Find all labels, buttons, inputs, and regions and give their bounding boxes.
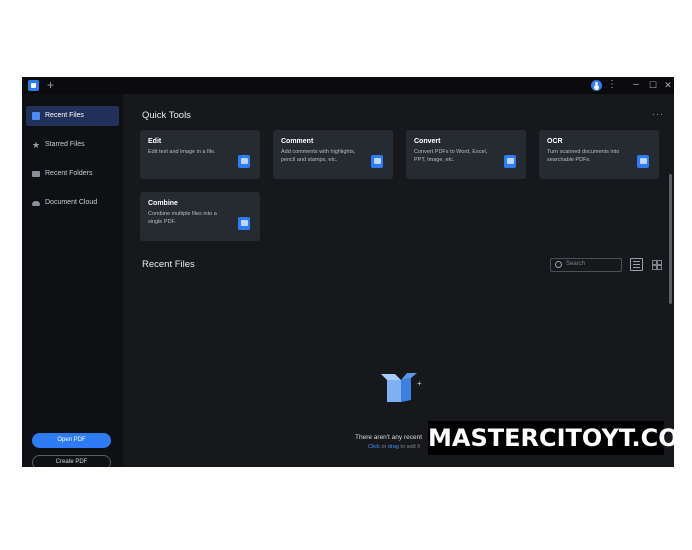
kebab-menu-icon[interactable]: ⋮ <box>606 78 618 92</box>
new-tab-button[interactable]: + <box>47 78 54 92</box>
empty-state-hint: Click or drag to add fi <box>368 444 420 450</box>
create-pdf-button[interactable]: Create PDF <box>32 455 111 467</box>
drag-link[interactable]: drag <box>388 444 399 450</box>
ocr-icon <box>637 155 649 168</box>
search-input[interactable]: Search <box>550 258 622 272</box>
maximize-icon[interactable]: ☐ <box>647 78 659 92</box>
sidebar-item-label: Document Cloud <box>45 199 98 206</box>
tool-card-title: Convert <box>414 138 441 145</box>
document-icon <box>32 112 40 120</box>
sidebar-item-recent-folders[interactable]: Recent Folders <box>26 164 119 184</box>
sidebar-item-starred-files[interactable]: ★ Starred Files <box>26 135 119 155</box>
search-icon <box>555 261 562 268</box>
tool-card-edit[interactable]: Edit Edit text and image in a file. <box>140 130 260 179</box>
sidebar-item-document-cloud[interactable]: Document Cloud <box>26 193 119 213</box>
tool-card-comment[interactable]: Comment Add comments with highlights, pe… <box>273 130 393 179</box>
cloud-icon <box>32 201 40 206</box>
recent-files-title: Recent Files <box>142 259 195 270</box>
tool-card-title: Comment <box>281 138 314 145</box>
list-view-icon[interactable] <box>630 258 643 271</box>
tool-card-title: OCR <box>547 138 563 145</box>
sidebar-item-label: Recent Files <box>45 112 84 119</box>
tool-card-desc: Edit text and image in a file. <box>148 149 216 155</box>
folder-icon <box>32 171 40 177</box>
tool-card-title: Combine <box>148 200 178 207</box>
tool-card-desc: Convert PDFs to Word, Excel, PPT, Image,… <box>414 149 488 163</box>
open-pdf-button[interactable]: Open PDF <box>32 433 111 448</box>
sidebar-item-recent-files[interactable]: Recent Files <box>26 106 119 126</box>
sidebar-item-label: Recent Folders <box>45 170 93 177</box>
scrollbar[interactable] <box>669 174 672 304</box>
main-panel: Quick Tools ··· Edit Edit text and image… <box>123 94 674 467</box>
hint-rest: to add fi <box>398 444 420 450</box>
tool-card-convert[interactable]: Convert Convert PDFs to Word, Excel, PPT… <box>406 130 526 179</box>
tool-card-ocr[interactable]: OCR Turn scanned documents into searchab… <box>539 130 659 179</box>
hint-or: or <box>379 444 388 450</box>
tool-card-title: Edit <box>148 138 162 145</box>
convert-icon <box>504 155 516 168</box>
comment-icon <box>371 155 383 168</box>
app-logo-icon[interactable] <box>28 80 39 91</box>
edit-icon <box>238 155 250 168</box>
title-bar: + ⋮ – ☐ ✕ <box>22 77 674 94</box>
sidebar-item-label: Starred Files <box>45 141 85 148</box>
svg-text:+: + <box>417 379 422 388</box>
sidebar: Recent Files ★ Starred Files Recent Fold… <box>22 94 123 467</box>
quick-tools-title: Quick Tools <box>142 110 191 121</box>
watermark-text: MASTERCITOYT.COM <box>428 421 692 455</box>
tool-card-desc: Combine multiple files into a single PDF… <box>148 211 217 225</box>
account-icon[interactable] <box>591 80 602 91</box>
tool-card-desc: Add comments with highlights, pencil and… <box>281 149 356 163</box>
app-window: + ⋮ – ☐ ✕ Recent Files ★ Starred Files R… <box>22 77 674 467</box>
search-placeholder: Search <box>566 261 586 267</box>
tool-card-desc: Turn scanned documents into searchable P… <box>547 149 620 163</box>
empty-box-icon: + + <box>381 373 422 402</box>
more-options-icon[interactable]: ··· <box>652 109 664 119</box>
star-icon: ★ <box>32 140 41 150</box>
click-link[interactable]: Click <box>368 444 380 450</box>
empty-state-text: There aren't any recent <box>355 434 422 441</box>
minimize-icon[interactable]: – <box>630 78 642 92</box>
combine-icon <box>238 217 250 230</box>
tool-card-combine[interactable]: Combine Combine multiple files into a si… <box>140 192 260 241</box>
close-icon[interactable]: ✕ <box>662 78 674 92</box>
grid-view-icon[interactable] <box>652 260 662 270</box>
